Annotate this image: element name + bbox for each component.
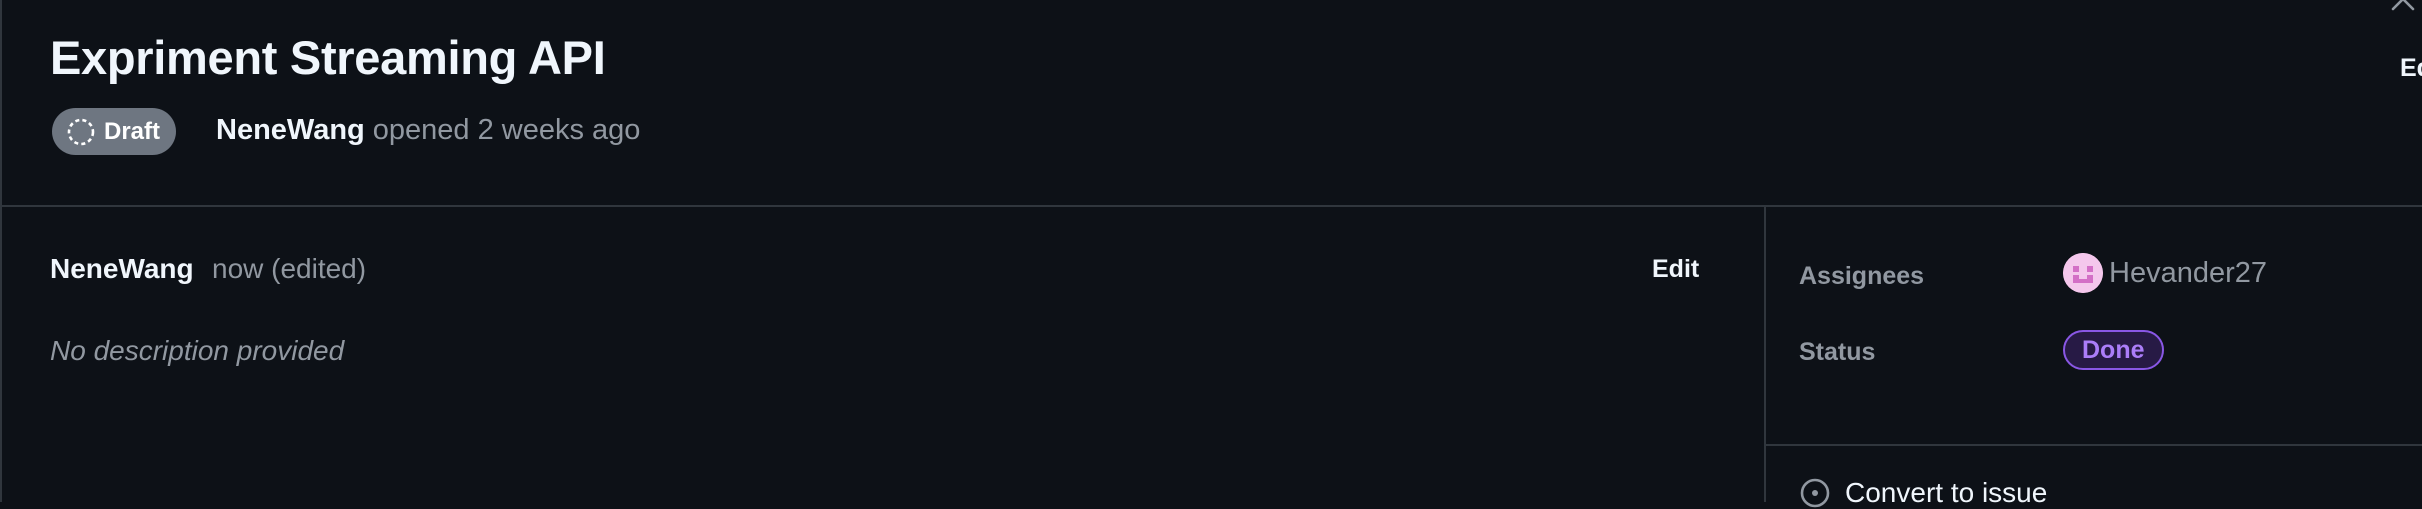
convert-issue-icon: [1800, 478, 1830, 508]
assignee-name: Hevander27: [2109, 256, 2267, 289]
draft-status-badge: Draft: [52, 108, 177, 155]
convert-label: Convert to issue: [1845, 477, 2048, 508]
comment-author[interactable]: NeneWang: [50, 253, 194, 285]
draft-icon: [67, 118, 95, 145]
assignees-label: Assignees: [1799, 262, 1925, 290]
assignee[interactable]: Hevander27: [2063, 253, 2267, 293]
comment-body: No description provided: [50, 335, 345, 366]
edit-title-button[interactable]: Ed: [2400, 54, 2422, 83]
draft-badge-label: Draft: [104, 117, 161, 145]
header-author[interactable]: NeneWang: [216, 114, 365, 146]
item-panel: Expriment Streaming API Draft NeneWang op…: [0, 0, 2422, 508]
comment-timestamp: now (edited): [212, 253, 367, 284]
opened-meta: NeneWang opened 2 weeks ago: [216, 114, 640, 147]
opened-text: opened 2 weeks ago: [372, 114, 641, 146]
edit-comment-button[interactable]: Edit: [1652, 255, 1699, 284]
status-label: Status: [1799, 338, 1876, 366]
status-badge[interactable]: Done: [2063, 330, 2164, 370]
convert-to-issue-button[interactable]: Convert to issue: [1799, 477, 2047, 509]
main-content: NeneWang now (edited) Edit No descriptio…: [2, 207, 1764, 502]
close-icon[interactable]: [2388, 0, 2418, 14]
sidebar-divider: [1766, 444, 2422, 446]
sidebar: Assignees Hevander27 Status Done Convert…: [1764, 207, 2422, 508]
page-title: Expriment Streaming API: [50, 31, 606, 84]
avatar: [2063, 253, 2103, 293]
item-header: Expriment Streaming API Draft NeneWang op…: [2, 0, 2422, 207]
